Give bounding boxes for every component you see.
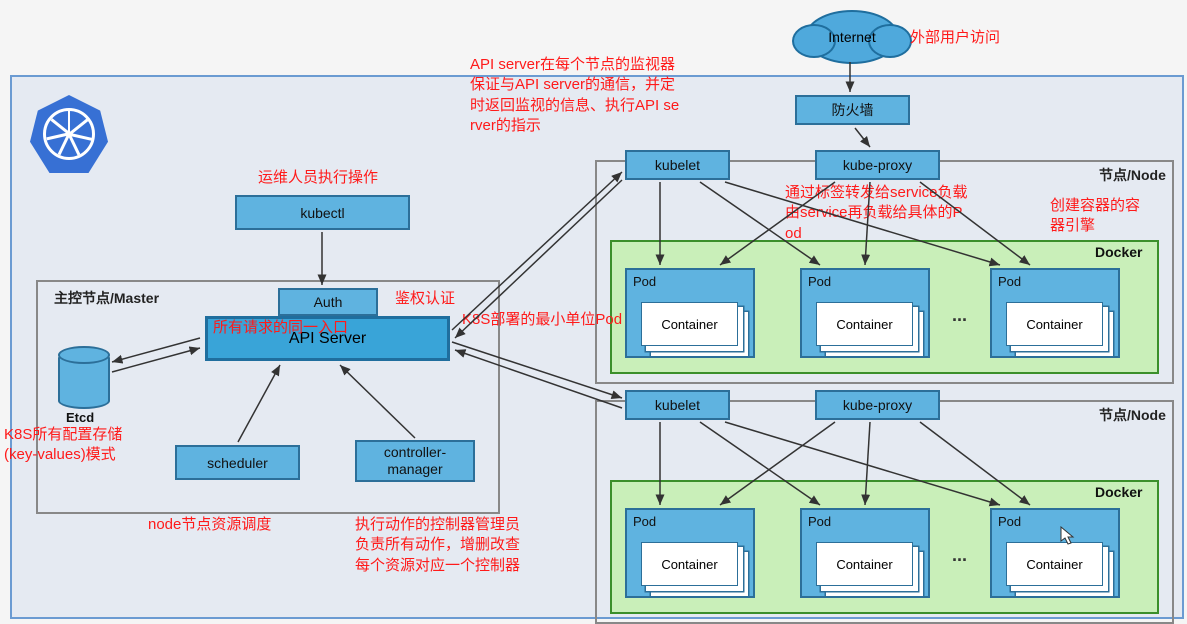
firewall-box: 防火墙: [795, 95, 910, 125]
annotation-docker: 创建容器的容 器引擎: [1050, 196, 1140, 237]
annotation-kubelet: API server在每个节点的监视器 保证与API server的通信，并定 …: [470, 55, 679, 136]
container-stack-1b: Container: [816, 302, 913, 346]
etcd-cylinder-icon: [58, 350, 110, 409]
controller-manager-box: controller- manager: [355, 440, 475, 482]
annotation-auth: 鉴权认证: [395, 289, 455, 309]
etcd-label: Etcd: [66, 410, 94, 425]
annotation-etcd: K8S所有配置存储 (key-values)模式: [4, 425, 122, 466]
kubelet-label-2: kubelet: [655, 397, 700, 413]
container-stack-1c: Container: [1006, 302, 1103, 346]
annotation-pod: K8S部署的最小单位Pod: [462, 310, 622, 330]
diagram-canvas: Internet 防火墙 kubectl 主控节点/Master Auth AP…: [0, 0, 1187, 619]
pod-box-1c: Pod Container: [990, 268, 1120, 358]
pod-box-1b: Pod Container: [800, 268, 930, 358]
kubernetes-logo-icon: [30, 95, 110, 175]
container-stack-2b: Container: [816, 542, 913, 586]
kube-proxy-box-2: kube-proxy: [815, 390, 940, 420]
container-stack-1a: Container: [641, 302, 738, 346]
master-title: 主控节点/Master: [50, 288, 163, 308]
pod-box-1a: Pod Container: [625, 268, 755, 358]
kube-proxy-box-1: kube-proxy: [815, 150, 940, 180]
kubelet-label-1: kubelet: [655, 157, 700, 173]
dots-2: ...: [952, 545, 967, 566]
kube-proxy-label-2: kube-proxy: [843, 397, 912, 413]
annotation-ops: 运维人员执行操作: [258, 168, 378, 188]
annotation-proxy: 通过标签转发给service负载 由service再负载给具体的P od: [785, 183, 968, 244]
annotation-external: 外部用户访问: [910, 28, 1000, 48]
scheduler-label: scheduler: [207, 455, 268, 471]
annotation-api: 所有请求的同一入口: [213, 318, 348, 338]
firewall-label: 防火墙: [832, 100, 874, 120]
pod-box-2c: Pod Container: [990, 508, 1120, 598]
pod-label-2c: Pod: [998, 514, 1021, 529]
node-title-1: 节点/Node: [1095, 165, 1170, 185]
scheduler-box: scheduler: [175, 445, 300, 480]
kubectl-label: kubectl: [300, 205, 344, 221]
pod-box-2b: Pod Container: [800, 508, 930, 598]
node-title-2: 节点/Node: [1095, 405, 1170, 425]
controller-manager-label: controller- manager: [384, 444, 446, 478]
docker-title-1: Docker: [1095, 244, 1142, 260]
pod-box-2a: Pod Container: [625, 508, 755, 598]
internet-cloud-icon: Internet: [805, 10, 899, 64]
annotation-controller: 执行动作的控制器管理员 负责所有动作，增删改查 每个资源对应一个控制器: [355, 515, 520, 576]
dots-1: ...: [952, 305, 967, 326]
pod-label-2b: Pod: [808, 514, 831, 529]
kubectl-box: kubectl: [235, 195, 410, 230]
annotation-scheduler: node节点资源调度: [148, 515, 271, 535]
container-stack-2c: Container: [1006, 542, 1103, 586]
pod-label-2a: Pod: [633, 514, 656, 529]
container-stack-2a: Container: [641, 542, 738, 586]
auth-label: Auth: [314, 294, 343, 310]
pod-label-1a: Pod: [633, 274, 656, 289]
internet-label: Internet: [828, 29, 875, 45]
auth-box: Auth: [278, 288, 378, 316]
pod-label-1b: Pod: [808, 274, 831, 289]
kubelet-box-2: kubelet: [625, 390, 730, 420]
kube-proxy-label-1: kube-proxy: [843, 157, 912, 173]
pod-label-1c: Pod: [998, 274, 1021, 289]
kubelet-box-1: kubelet: [625, 150, 730, 180]
docker-title-2: Docker: [1095, 484, 1142, 500]
